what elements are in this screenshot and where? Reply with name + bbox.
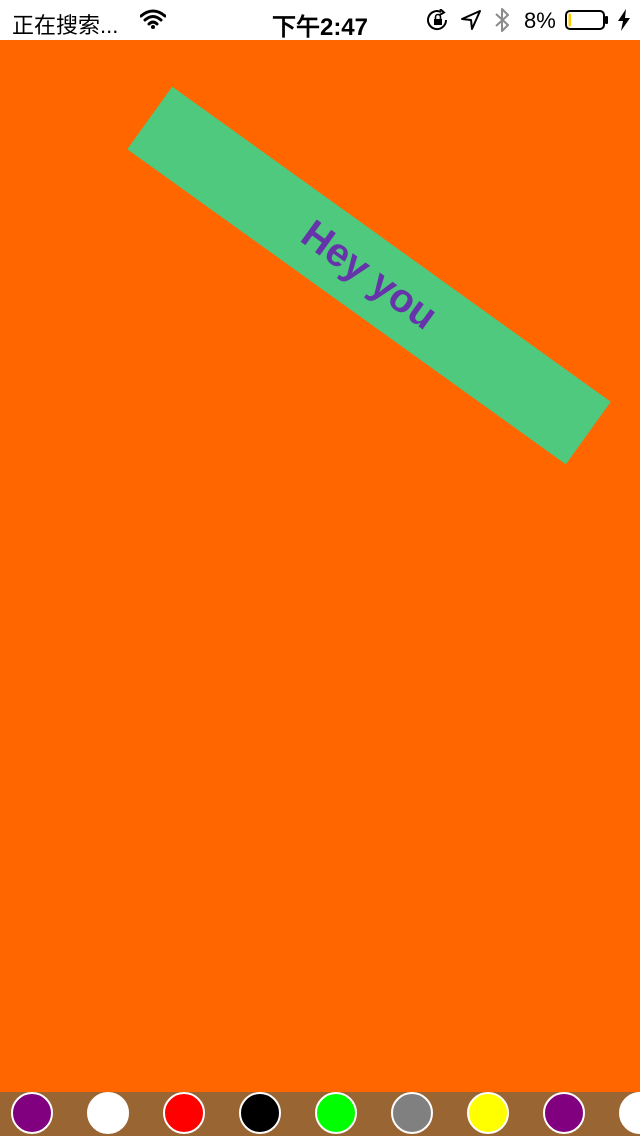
location-icon xyxy=(460,9,482,31)
color-swatch-purple[interactable] xyxy=(543,1092,585,1134)
color-swatch-white[interactable] xyxy=(619,1092,640,1134)
battery-icon xyxy=(565,10,609,30)
bluetooth-icon xyxy=(494,7,510,33)
charging-icon xyxy=(617,9,631,31)
color-palette xyxy=(0,1092,640,1136)
color-swatch-green[interactable] xyxy=(315,1092,357,1134)
drawing-canvas[interactable]: Hey you xyxy=(0,40,640,1092)
color-swatch-purple[interactable] xyxy=(11,1092,53,1134)
color-swatch-white[interactable] xyxy=(87,1092,129,1134)
text-banner[interactable]: Hey you xyxy=(127,86,611,465)
color-swatch-black[interactable] xyxy=(239,1092,281,1134)
battery-percent: 8% xyxy=(524,8,556,33)
status-bar: 正在搜索... 下午2:47 8% xyxy=(0,0,640,41)
orientation-lock-icon xyxy=(426,8,450,31)
color-swatch-gray[interactable] xyxy=(391,1092,433,1134)
color-swatch-yellow[interactable] xyxy=(467,1092,509,1134)
banner-text: Hey you xyxy=(293,211,446,339)
color-swatch-red[interactable] xyxy=(163,1092,205,1134)
